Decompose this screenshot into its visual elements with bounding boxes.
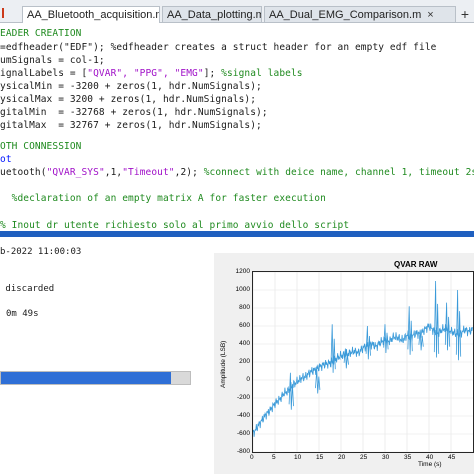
x-tick-label: 0 xyxy=(250,454,254,461)
y-tick-label: -800 xyxy=(236,448,250,455)
signal-spike xyxy=(365,325,371,360)
code-text: ,1, xyxy=(104,167,123,178)
x-tick-label: 5 xyxy=(272,454,276,461)
code-line: gitalMax = 32767 + zeros(1, hdr.NumSigna… xyxy=(0,120,262,131)
code-string: "Timeout" xyxy=(122,167,175,178)
close-icon[interactable]: × xyxy=(427,7,433,22)
x-tick-label: 35 xyxy=(404,454,412,461)
code-line: ot xyxy=(0,154,12,165)
code-string: "QVAR_SYS" xyxy=(46,167,105,178)
code-line: OTH CONNESSION xyxy=(0,141,82,152)
code-line: % Inout dr utente richiesto solo al prim… xyxy=(0,220,350,231)
progress-bar-fill xyxy=(1,372,172,384)
y-tick-label: 200 xyxy=(239,358,250,365)
x-tick-label: 25 xyxy=(360,454,368,461)
code-line: %declaration of an empty matrix A for fa… xyxy=(0,193,326,204)
signal-spike xyxy=(455,289,462,361)
plot-figure[interactable]: QVAR RAW Amplitude (LSB) Time (s) 1200 10… xyxy=(214,253,474,474)
code-line: gitalMin = -32768 + zeros(1, hdr.NumSign… xyxy=(0,107,268,118)
code-string: "QVAR", "PPG", "EMG" xyxy=(87,68,204,79)
signal-spike xyxy=(288,372,294,410)
code-editor[interactable]: EADER CREATION =edfheader("EDF"); %edfhe… xyxy=(0,23,474,231)
chart-title: QVAR RAW xyxy=(394,260,438,269)
y-tick-label: 0 xyxy=(246,376,250,383)
code-text: uetooth( xyxy=(0,167,47,178)
y-tick-label: 1200 xyxy=(235,268,250,275)
code-line: EADER CREATION xyxy=(0,28,82,39)
code-line: ysicalMin = -3200 + zeros(1, hdr.NumSign… xyxy=(0,81,262,92)
y-tick-label: 600 xyxy=(239,322,250,329)
y-tick-label: -400 xyxy=(236,412,250,419)
x-tick-label: 40 xyxy=(426,454,434,461)
y-tick-label: -200 xyxy=(236,394,250,401)
elapsed-time-text: 0m 49s xyxy=(6,309,39,319)
tab-bluetooth-acquisition[interactable]: AA_Bluetooth_acquisition.m× xyxy=(22,6,160,23)
x-axis-label: Time (s) xyxy=(418,461,442,468)
line-chart xyxy=(253,272,473,452)
timestamp-text: b-2022 11:00:03 xyxy=(0,247,82,257)
x-tick-label: 20 xyxy=(338,454,346,461)
tab-label: AA_Dual_EMG_Comparison.m xyxy=(269,9,422,21)
y-tick-label: 1000 xyxy=(235,286,250,293)
y-tick-label: 800 xyxy=(239,304,250,311)
tab-dual-emg-comparison[interactable]: AA_Dual_EMG_Comparison.m × xyxy=(264,6,456,22)
code-text: =edfheader("EDF"); %edfheader creates a … xyxy=(0,42,437,53)
x-tick-label: 45 xyxy=(448,454,456,461)
signal-spike xyxy=(444,302,451,351)
signal-spike xyxy=(407,306,413,355)
discarded-text: discarded xyxy=(0,284,55,294)
code-comment: %signal labels xyxy=(221,68,303,79)
code-text: ]; xyxy=(203,68,222,79)
progress-bar xyxy=(0,371,191,385)
code-line: umSignals = col-1; xyxy=(0,55,105,66)
tab-label: AA_Data_plotting.m xyxy=(167,9,262,21)
code-line: uetooth("QVAR_SYS",1,"Timeout",2); %conn… xyxy=(0,166,474,179)
y-tick-label: -600 xyxy=(236,430,250,437)
plot-area[interactable] xyxy=(252,271,474,453)
tab-label: AA_Bluetooth_acquisition.m xyxy=(27,9,160,21)
tab-data-plotting[interactable]: AA_Data_plotting.m× xyxy=(162,6,262,22)
y-tick-label: 400 xyxy=(239,340,250,347)
tab-scroll-indicator xyxy=(2,8,18,18)
code-comment: %connect with deice name, channel 1, tim… xyxy=(197,167,474,178)
code-line: ysicalMax = 3200 + zeros(1, hdr.NumSigna… xyxy=(0,94,257,105)
code-text: ignalLabels = [ xyxy=(0,68,88,79)
signal-spike xyxy=(433,280,440,358)
code-line: =edfheader("EDF"); %edfheader creates a … xyxy=(0,41,436,54)
signal-spike xyxy=(330,324,336,373)
editor-tab-bar: AA_Bluetooth_acquisition.m× AA_Data_plot… xyxy=(0,0,474,23)
x-tick-label: 30 xyxy=(382,454,390,461)
code-line: ignalLabels = ["QVAR", "PPG", "EMG"]; %s… xyxy=(0,67,303,80)
x-tick-label: 15 xyxy=(316,454,324,461)
code-text: ,2); xyxy=(174,167,198,178)
x-tick-label: 10 xyxy=(294,454,302,461)
y-axis-label: Amplitude (LSB) xyxy=(220,340,227,388)
add-tab-button[interactable]: + xyxy=(457,6,473,22)
